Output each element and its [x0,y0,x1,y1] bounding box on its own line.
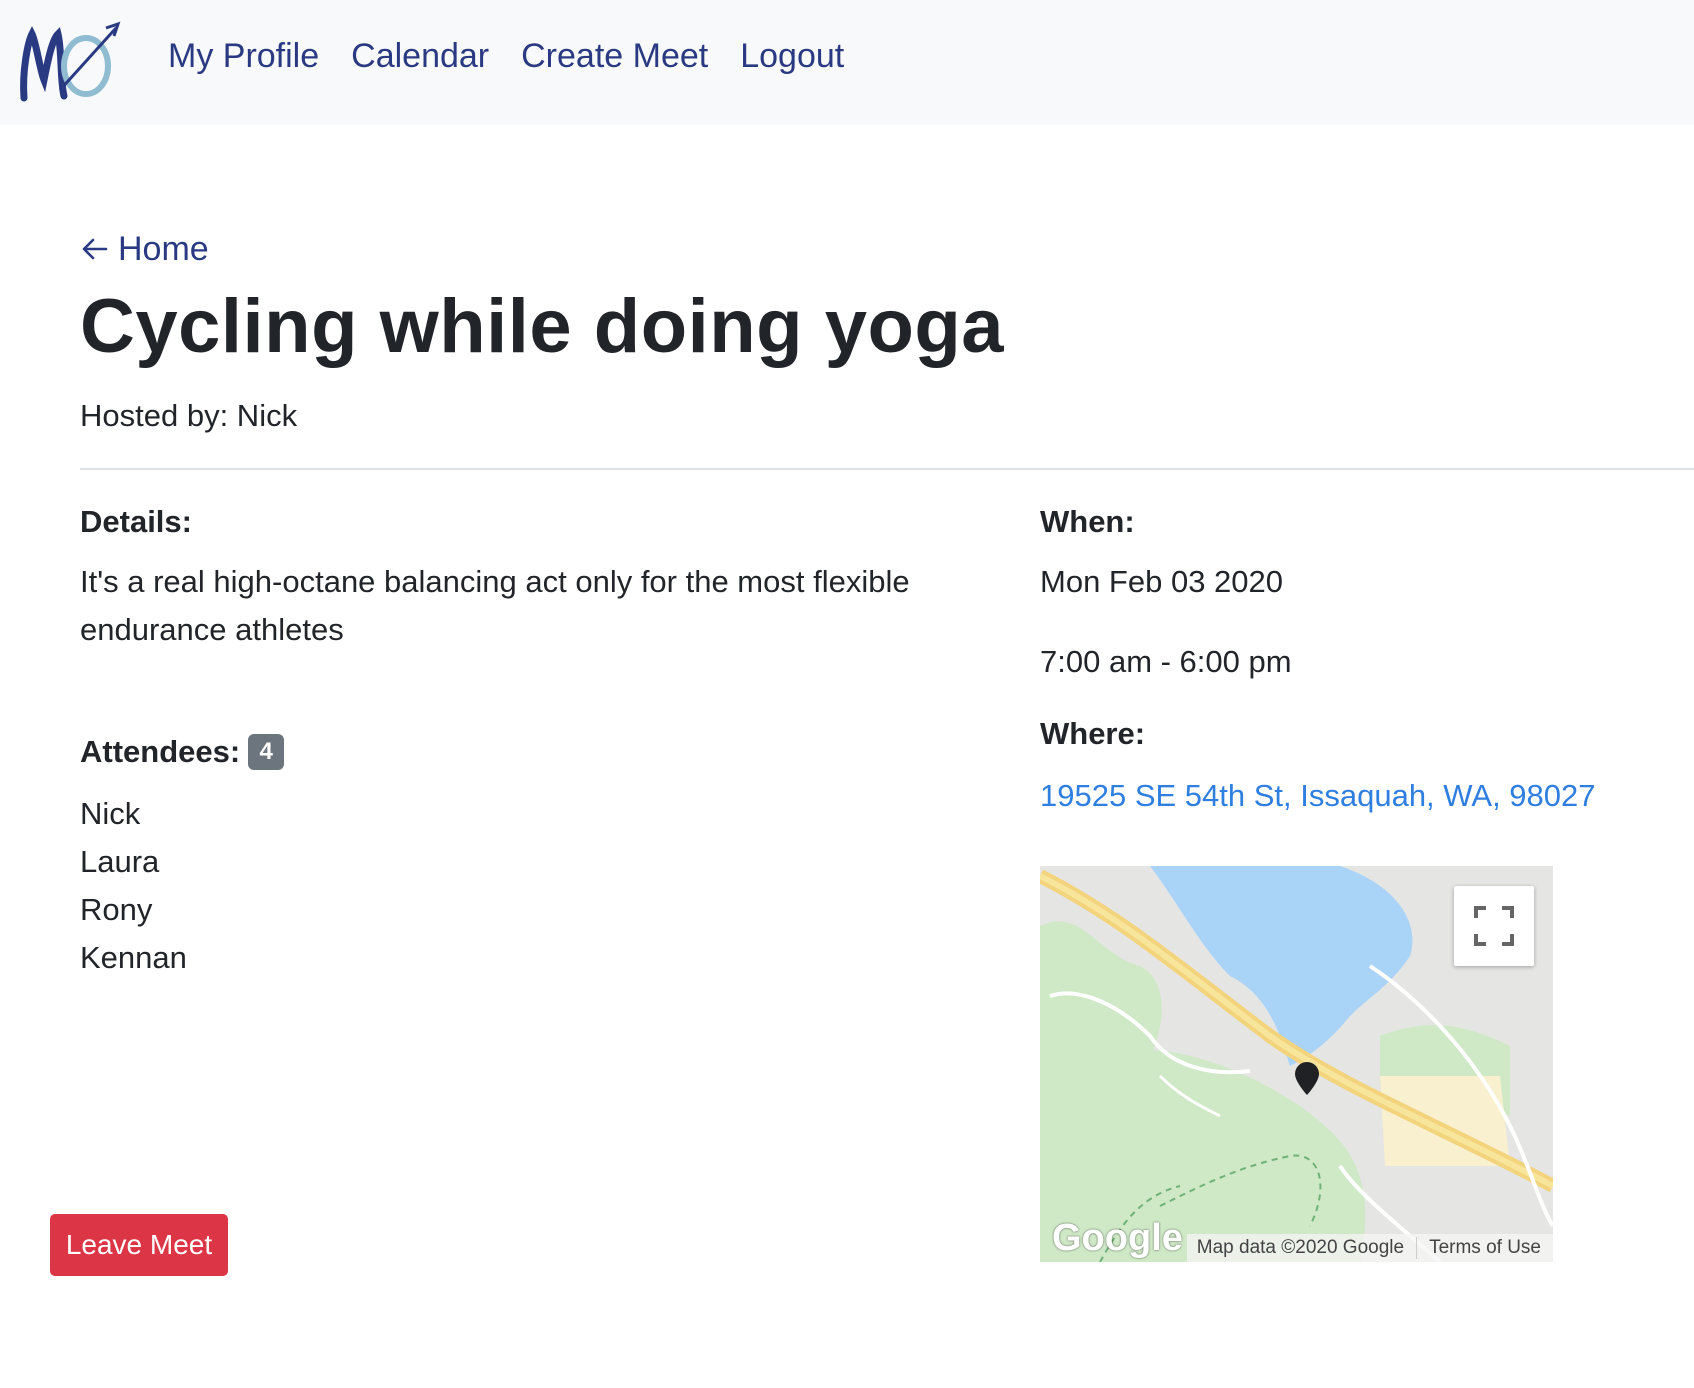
address-link[interactable]: 19525 SE 54th St, Issaquah, WA, 98027 [1040,772,1596,820]
map-embed[interactable]: Google Map data ©2020 Google Terms of Us… [1040,866,1553,1262]
google-logo[interactable]: Google [1052,1218,1183,1258]
attendee-item: Nick [80,796,141,831]
nav-calendar[interactable]: Calendar [351,36,489,76]
attendee-list: Nick Laura Rony Kennan [80,790,187,982]
map-attribution: Map data ©2020 Google Terms of Use [1186,1234,1553,1262]
divider [80,468,1694,470]
attendees-label: Attendees: [80,734,241,769]
where-heading: Where: [1040,716,1146,751]
meet-time: 7:00 am - 6:00 pm [1040,644,1292,679]
details-text: It's a real high-octane balancing act on… [80,564,910,647]
nav-logout[interactable]: Logout [740,36,844,76]
fullscreen-icon [1474,906,1514,946]
navbar: My Profile Calendar Create Meet Logout [0,0,1694,125]
attendee-item: Laura [80,844,160,879]
page-title: Cycling while doing yoga [80,284,1005,369]
attendees-heading: Attendees: 4 [80,732,285,772]
arrow-left-icon [82,238,108,260]
attribution-separator [1416,1237,1418,1259]
map-pin-icon[interactable] [1294,1062,1320,1096]
nav-create-meet[interactable]: Create Meet [521,36,708,76]
back-home-label: Home [118,230,209,268]
nav-my-profile[interactable]: My Profile [168,36,319,76]
details-heading: Details: [80,504,192,539]
terms-of-use-link[interactable]: Terms of Use [1429,1237,1541,1259]
mo-logo-icon[interactable] [18,20,122,104]
fullscreen-button[interactable] [1454,886,1534,966]
hosted-by: Hosted by: Nick [80,398,298,433]
map-data-label: Map data ©2020 Google [1196,1237,1405,1258]
nav-links: My Profile Calendar Create Meet Logout [168,36,876,76]
when-heading: When: [1040,504,1135,539]
meet-date: Mon Feb 03 2020 [1040,564,1284,599]
back-home-link[interactable]: Home [80,228,209,270]
attendee-item: Rony [80,892,153,927]
leave-meet-button[interactable]: Leave Meet [50,1214,228,1276]
attendee-count-badge: 4 [248,734,285,770]
attendee-item: Kennan [80,940,187,975]
